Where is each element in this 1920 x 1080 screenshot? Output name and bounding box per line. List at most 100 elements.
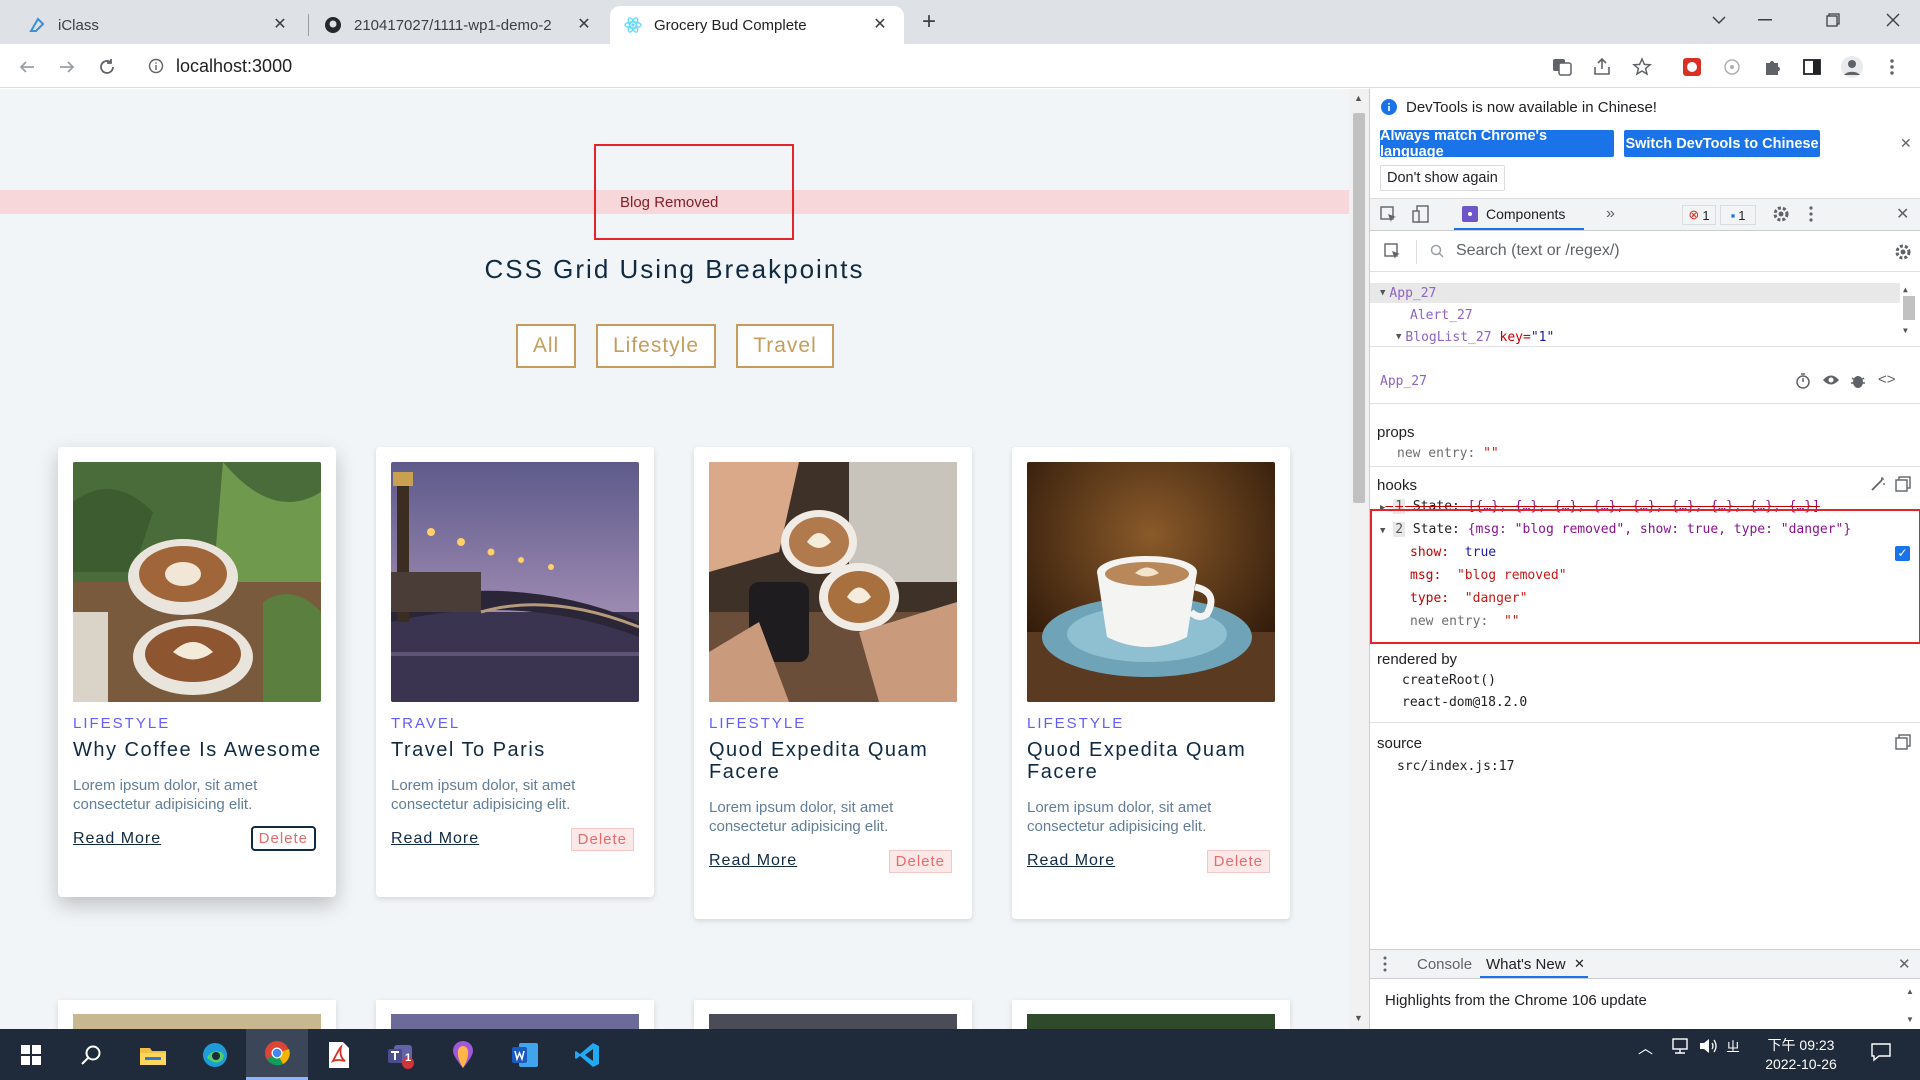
read-more-link[interactable]: Read More: [73, 830, 161, 848]
clock-time[interactable]: 下午 09:23: [1756, 1035, 1846, 1055]
notification-icon[interactable]: [1870, 1042, 1892, 1066]
window-close-icon[interactable]: [1870, 0, 1916, 40]
scroll-up-icon[interactable]: ▲: [1354, 93, 1363, 103]
minimize-icon[interactable]: [1742, 0, 1788, 40]
field-value[interactable]: "blog removed": [1457, 568, 1567, 583]
more-tabs-chevron-icon[interactable]: »: [1606, 205, 1615, 223]
field-value[interactable]: "danger": [1465, 591, 1528, 606]
source-location[interactable]: src/index.js:17: [1397, 759, 1514, 774]
bug-icon[interactable]: [1850, 372, 1866, 393]
page-scrollbar[interactable]: ▲ ▼: [1349, 89, 1369, 1029]
back-icon[interactable]: [14, 54, 40, 80]
hook-field-row[interactable]: show: true: [1410, 545, 1496, 560]
extensions-puzzle-icon[interactable]: [1759, 54, 1785, 80]
expand-triangle-icon[interactable]: ▼: [1380, 526, 1385, 536]
inspect-element-icon[interactable]: [1380, 206, 1398, 227]
filter-lifestyle-button[interactable]: Lifestyle: [596, 324, 716, 368]
show-checkbox-icon[interactable]: ✓: [1895, 546, 1910, 561]
delete-button[interactable]: Delete: [570, 828, 634, 851]
filter-all-button[interactable]: All: [516, 324, 576, 368]
info-icon[interactable]: [148, 58, 164, 74]
translate-icon[interactable]: [1549, 54, 1575, 80]
tree-node-alert[interactable]: Alert_27: [1370, 305, 1900, 325]
copy-icon[interactable]: [1895, 476, 1911, 495]
scroll-down-icon[interactable]: ▼: [1903, 326, 1917, 335]
tab-console[interactable]: Console: [1417, 956, 1472, 973]
always-match-language-button[interactable]: Always match Chrome's language: [1380, 128, 1614, 160]
expand-triangle-icon[interactable]: ▼: [1396, 332, 1401, 342]
share-icon[interactable]: [1589, 54, 1615, 80]
switch-to-chinese-button[interactable]: Switch DevTools to Chinese: [1624, 130, 1820, 157]
error-count-badge[interactable]: ⊗ 1: [1682, 205, 1716, 225]
address-bar[interactable]: localhost:3000: [136, 49, 1536, 83]
scroll-down-icon[interactable]: ▼: [1906, 1015, 1914, 1024]
profile-avatar-icon[interactable]: [1839, 54, 1865, 80]
tree-node-app[interactable]: ▼ App_27: [1370, 283, 1900, 303]
close-icon[interactable]: ✕: [574, 15, 594, 35]
scroll-up-icon[interactable]: ▲: [1903, 285, 1917, 294]
hook-field-row[interactable]: new entry: "": [1410, 614, 1520, 629]
extension-red-icon[interactable]: [1679, 54, 1705, 80]
word-icon[interactable]: [494, 1029, 556, 1080]
hook-field-row[interactable]: msg: "blog removed": [1410, 568, 1567, 583]
read-more-link[interactable]: Read More: [1027, 852, 1115, 870]
select-component-icon[interactable]: [1384, 243, 1402, 264]
tree-scrollbar[interactable]: ▲ ▼: [1903, 285, 1917, 345]
hook-field-row[interactable]: type: "danger": [1410, 591, 1527, 606]
view-source-icon[interactable]: <>: [1878, 371, 1896, 388]
close-icon[interactable]: ✕: [870, 15, 890, 35]
vscode-icon[interactable]: [556, 1029, 618, 1080]
close-icon[interactable]: ✕: [1574, 956, 1585, 972]
hook-row-2[interactable]: ▼ 2 State: {msg: "blog removed", show: t…: [1380, 522, 1851, 537]
new-tab-button[interactable]: +: [922, 8, 936, 36]
field-value[interactable]: true: [1465, 545, 1496, 560]
react-devtools-icon[interactable]: [1719, 54, 1745, 80]
settings-gear-icon[interactable]: [1772, 205, 1790, 226]
read-more-link[interactable]: Read More: [391, 830, 479, 848]
expand-triangle-icon[interactable]: ▼: [1380, 288, 1385, 298]
tab-components[interactable]: Components: [1454, 199, 1584, 230]
tab-whats-new[interactable]: What's New ✕: [1480, 950, 1588, 978]
bookmark-star-icon[interactable]: [1629, 54, 1655, 80]
scroll-down-icon[interactable]: ▼: [1354, 1013, 1363, 1023]
stopwatch-icon[interactable]: [1795, 372, 1811, 393]
close-icon[interactable]: ✕: [1900, 135, 1912, 152]
delete-button[interactable]: Delete: [1206, 850, 1270, 873]
chrome-menu-icon[interactable]: [1879, 54, 1905, 80]
dont-show-again-button[interactable]: Don't show again: [1380, 165, 1505, 191]
forward-icon[interactable]: [54, 54, 80, 80]
edge-icon[interactable]: [184, 1029, 246, 1080]
tree-node-bloglist[interactable]: ▼ BlogList_27 key= "1": [1370, 327, 1900, 347]
clock-date[interactable]: 2022-10-26: [1756, 1056, 1846, 1072]
restore-icon[interactable]: [1810, 0, 1856, 40]
windows-start-icon[interactable]: [0, 1029, 62, 1080]
scrollbar-thumb[interactable]: [1353, 113, 1365, 503]
delete-button[interactable]: Delete: [888, 850, 952, 873]
eye-icon[interactable]: [1822, 373, 1840, 390]
network-icon[interactable]: [1670, 1037, 1690, 1059]
tab-search-chevron-icon[interactable]: [1696, 0, 1742, 40]
maps-pin-icon[interactable]: [432, 1029, 494, 1080]
device-toolbar-icon[interactable]: [1412, 205, 1430, 226]
edit-wand-icon[interactable]: [1870, 476, 1886, 495]
reload-icon[interactable]: [94, 54, 120, 80]
close-icon[interactable]: ✕: [270, 15, 290, 35]
filter-travel-button[interactable]: Travel: [736, 324, 834, 368]
settings-gear-icon[interactable]: [1894, 243, 1912, 264]
close-drawer-icon[interactable]: ✕: [1898, 955, 1911, 973]
tab-grocery-bud[interactable]: Grocery Bud Complete ✕: [610, 6, 904, 44]
drawer-menu-icon[interactable]: [1382, 956, 1388, 975]
side-panel-icon[interactable]: [1799, 54, 1825, 80]
copy-icon[interactable]: [1895, 734, 1911, 753]
more-options-icon[interactable]: [1808, 205, 1814, 226]
chevron-up-icon[interactable]: ︿: [1638, 1037, 1653, 1058]
field-value[interactable]: "": [1504, 614, 1520, 629]
scroll-up-icon[interactable]: ▲: [1906, 987, 1914, 996]
search-input[interactable]: Search (text or /regex/): [1456, 242, 1620, 260]
message-count-badge[interactable]: ▪ 1: [1720, 205, 1756, 225]
scrollbar-thumb[interactable]: [1903, 296, 1915, 320]
delete-button[interactable]: Delete: [250, 826, 316, 851]
search-icon[interactable]: [60, 1029, 122, 1080]
tab-iclass[interactable]: iClass ✕: [14, 6, 304, 44]
close-devtools-icon[interactable]: ✕: [1896, 204, 1909, 224]
